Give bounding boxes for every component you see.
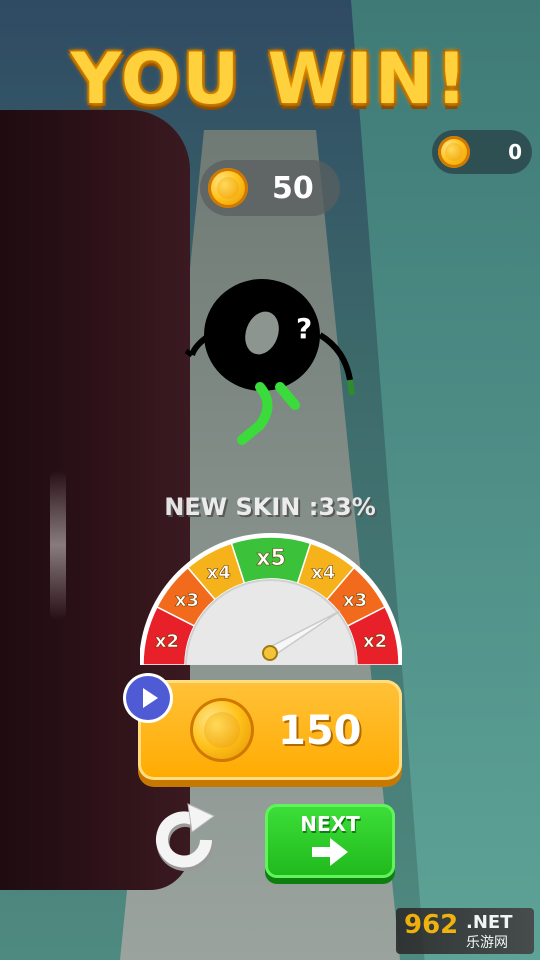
total-coins-value: 0 — [508, 140, 522, 164]
watermark-logo: 962 .NET 乐游网 — [396, 908, 534, 954]
coin-icon — [208, 168, 248, 208]
meter-segment-label: x4 — [207, 563, 231, 584]
bonus-value: 150 — [278, 708, 362, 754]
meter-segment-label: x2 — [363, 631, 387, 652]
total-coins-counter: 0 — [432, 130, 532, 174]
multiplier-meter: x2 x3 x4 x5 x4 x3 x2 — [140, 533, 402, 665]
replay-button[interactable] — [148, 802, 224, 878]
play-icon — [126, 676, 170, 720]
arrow-right-icon — [312, 838, 348, 866]
meter-segment-label: x2 — [155, 631, 179, 652]
coin-icon — [190, 698, 254, 762]
meter-segment-label: x5 — [256, 546, 286, 571]
watermark-sub: 乐游网 — [466, 935, 508, 951]
watermark-suffix: .NET — [466, 912, 513, 933]
replay-icon — [156, 803, 215, 871]
earned-coins-value: 50 — [272, 171, 314, 206]
win-title: YOU WIN! — [70, 38, 470, 120]
new-skin-progress-label: NEW SKIN :33% — [164, 493, 376, 521]
watermark-brand: 962 — [404, 910, 459, 940]
next-button-label: NEXT — [300, 812, 360, 836]
mystery-skin-silhouette: ? — [184, 279, 355, 445]
claim-multiplied-reward-button[interactable]: 150 — [138, 680, 402, 780]
earned-coins-counter: 50 — [200, 160, 340, 216]
mystery-mark: ? — [296, 312, 312, 345]
meter-segment-label: x3 — [175, 590, 199, 611]
meter-segment-label: x4 — [311, 563, 335, 584]
coin-icon — [438, 136, 470, 168]
next-button[interactable]: NEXT — [265, 804, 395, 878]
meter-segment-label: x3 — [343, 590, 367, 611]
